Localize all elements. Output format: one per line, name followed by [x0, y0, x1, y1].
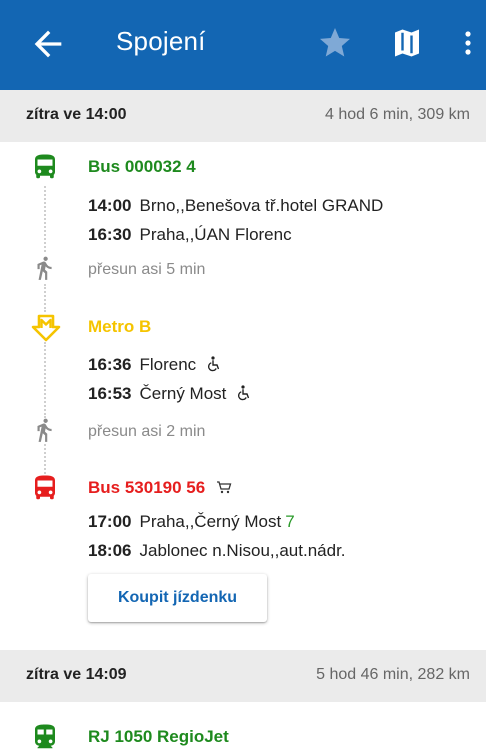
bus-icon [35, 475, 55, 500]
line-name[interactable]: Bus 530190 56 [88, 478, 232, 498]
departure-when: zítra ve 14:09 [26, 666, 127, 683]
stop-time: 14:00 [88, 196, 132, 215]
platform-number: 7 [285, 512, 295, 531]
walk-icon [37, 256, 52, 280]
line-name-text: Bus 530190 56 [88, 478, 206, 497]
line-name[interactable]: Metro B [88, 317, 151, 337]
map-icon[interactable] [389, 25, 425, 61]
stop-place: Praha,,Černý Most [139, 512, 282, 531]
stop-place: Jablonec n.Nisou,,aut.nádr. [139, 541, 346, 560]
stop-time: 16:30 [88, 225, 132, 244]
bus-icon [35, 154, 55, 179]
timeline-connector [44, 342, 46, 418]
connection-header[interactable]: zítra ve 14:00 4 hod 6 min, 309 km [0, 90, 486, 142]
back-arrow-icon[interactable] [28, 24, 68, 64]
timeline-connector [44, 186, 46, 252]
transfer-text: přesun asi 5 min [88, 261, 206, 278]
stop-time: 18:06 [88, 541, 132, 560]
cart-icon [216, 481, 232, 494]
train-icon [35, 724, 55, 749]
connection-header[interactable]: zítra ve 14:09 5 hod 46 min, 282 km [0, 650, 486, 702]
stop-time: 16:36 [88, 355, 132, 374]
walk-icon [37, 418, 52, 442]
timeline-connector [44, 284, 46, 312]
stop-time: 17:00 [88, 512, 132, 531]
stop-row: 14:00 Brno,,Benešova tř.hotel GRAND [88, 196, 383, 216]
wheelchair-icon [207, 356, 220, 372]
buy-ticket-button[interactable]: Koupit jízdenku [88, 574, 267, 622]
stop-row: 17:00 Praha,,Černý Most 7 [88, 512, 295, 532]
stop-place: Černý Most [139, 384, 227, 403]
line-name[interactable]: RJ 1050 RegioJet [88, 727, 229, 747]
stop-row: 18:06 Jablonec n.Nisou,,aut.nádr. [88, 541, 346, 561]
stop-row: 16:53 Černý Most [88, 384, 251, 404]
line-name[interactable]: Bus 000032 4 [88, 157, 196, 177]
more-vert-icon[interactable] [456, 25, 480, 61]
stop-row: 16:30 Praha,,ÚAN Florenc [88, 225, 292, 245]
star-icon[interactable] [317, 25, 353, 61]
stop-row: 16:36 Florenc [88, 355, 221, 375]
duration-distance: 4 hod 6 min, 309 km [325, 106, 470, 123]
app-bar: Spojení [0, 0, 486, 90]
page-title: Spojení [116, 26, 206, 56]
timeline-connector [44, 444, 46, 474]
stop-place: Praha,,ÚAN Florenc [139, 225, 292, 244]
stop-time: 16:53 [88, 384, 132, 403]
departure-when: zítra ve 14:00 [26, 106, 127, 123]
transfer-text: přesun asi 2 min [88, 423, 206, 440]
stop-place: Florenc [139, 355, 197, 374]
duration-distance: 5 hod 46 min, 282 km [316, 666, 470, 683]
stop-place: Brno,,Benešova tř.hotel GRAND [139, 196, 384, 215]
wheelchair-icon [238, 385, 250, 401]
metro-icon [31, 314, 61, 342]
